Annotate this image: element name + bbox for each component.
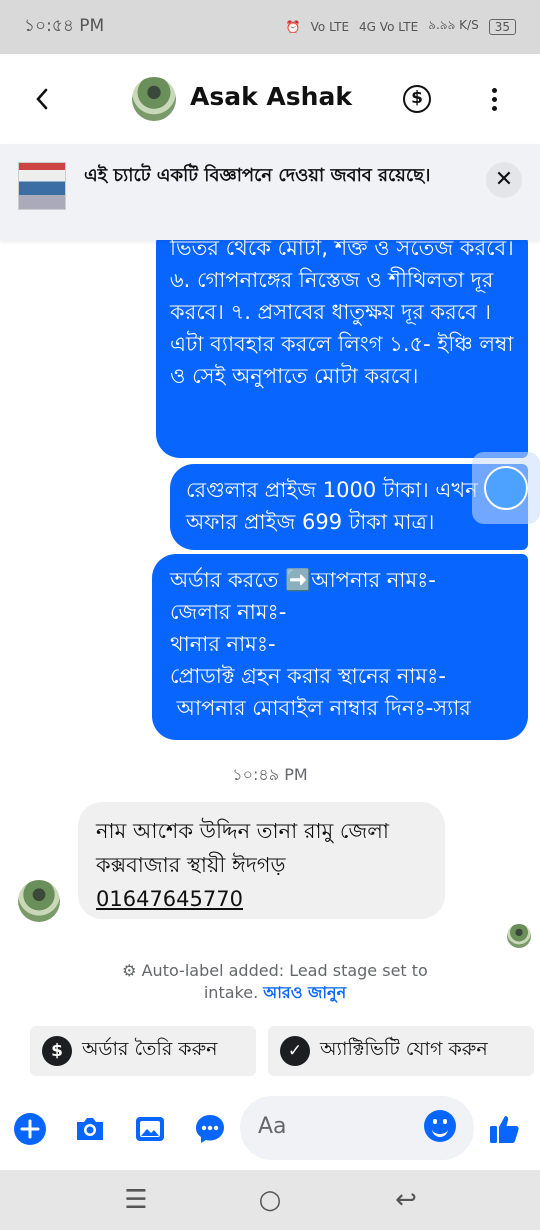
chat-header: Asak Ashak $ (0, 54, 540, 144)
tag-icon: ⚙ (122, 961, 137, 980)
message-timestamp: ১০:৪৯ PM (232, 765, 308, 784)
dollar-icon: $ (42, 1036, 72, 1066)
contact-avatar[interactable] (132, 77, 176, 121)
thumbs-up-icon[interactable] (487, 1112, 521, 1146)
message-line: অর্ডার করতে ➡️আপনার নামঃ- (170, 568, 436, 592)
message-composer: Aa (0, 1094, 540, 1170)
recent-apps-icon[interactable]: ☰ (122, 1186, 150, 1214)
learn-more-link[interactable]: আরও জানুন (263, 983, 346, 1002)
check-circle-icon: ✓ (280, 1036, 310, 1066)
vertical-dots-icon[interactable] (484, 86, 504, 114)
emoji-icon[interactable] (424, 1110, 456, 1142)
gallery-icon[interactable] (133, 1112, 167, 1146)
auto-label-notice: ⚙ Auto-label added: Lead stage set to in… (110, 960, 440, 1004)
dollar-circle-icon[interactable]: $ (403, 85, 431, 113)
alarm-icon: ⏰ (285, 20, 301, 34)
plus-circle-icon[interactable] (13, 1112, 47, 1146)
ad-thumbnail[interactable] (18, 162, 66, 210)
status-time: ১০:৫৪ PM (24, 16, 105, 36)
incoming-message[interactable]: নাম আশেক উদ্দিন তানা রামু জেলা কক্সবাজার… (78, 802, 445, 919)
message-line: প্রোডাক্ট গ্রহন করার স্থানের নামঃ- (170, 664, 446, 688)
seen-receipt-avatar (507, 924, 531, 948)
android-nav-bar: ☰ ○ ↩ (0, 1170, 540, 1230)
message-thread[interactable]: ভিতর থেকে মোটা, শক্ত ও সতেজ করবে। ৬. গোপ… (0, 240, 540, 1018)
ad-banner-text: এই চ্যাটে একটি বিজ্ঞাপনে দেওয়া জবাব রয়… (84, 165, 431, 186)
floating-chat-head[interactable] (472, 452, 540, 524)
outgoing-message[interactable]: অর্ডার করতে ➡️আপনার নামঃ- জেলার নামঃ- থা… (152, 554, 528, 740)
outgoing-message[interactable]: ভিতর থেকে মোটা, শক্ত ও সতেজ করবে। ৬. গোপ… (156, 240, 528, 458)
signal-indicator-2: 4G Vo LTE (359, 20, 419, 34)
message-input-placeholder: Aa (258, 1114, 287, 1139)
signal-indicator-1: Vo LTE (310, 20, 350, 34)
chat-head-bubble-icon[interactable] (484, 466, 528, 510)
status-bar: ১০:৫৪ PM ⏰ Vo LTE 4G Vo LTE ৯.৯৯ K/S 35 (0, 0, 540, 54)
battery-level: 35 (488, 19, 516, 35)
message-input[interactable]: Aa (240, 1096, 474, 1160)
network-speed: ৯.৯৯ K/S (428, 18, 479, 32)
phone-number-link[interactable]: 01647645770 (96, 882, 427, 916)
home-icon[interactable]: ○ (256, 1186, 284, 1214)
sender-avatar (18, 880, 60, 922)
contact-name[interactable]: Asak Ashak (190, 82, 352, 111)
message-line: জেলার নামঃ- (170, 600, 287, 624)
chevron-left-icon[interactable] (28, 82, 58, 116)
status-icons: ⏰ Vo LTE 4G Vo LTE ৯.৯৯ K/S 35 (286, 17, 516, 37)
ad-reply-banner: এই চ্যাটে একটি বিজ্ঞাপনে দেওয়া জবাব রয়… (0, 144, 540, 240)
message-line: আপনার মোবাইল নাম্বার দিনঃ-স্যার (170, 696, 471, 720)
create-order-button[interactable]: $ অর্ডার তৈরি করুন (30, 1026, 256, 1076)
camera-icon[interactable] (73, 1112, 107, 1146)
chat-bubble-icon[interactable] (193, 1112, 227, 1146)
message-line: থানার নামঃ- (170, 632, 276, 656)
incoming-message-text: নাম আশেক উদ্দিন তানা রামু জেলা কক্সবাজার… (96, 819, 389, 877)
add-activity-button[interactable]: ✓ অ্যাক্টিভিটি যোগ করুন (268, 1026, 534, 1076)
create-order-label: অর্ডার তৈরি করুন (82, 1038, 218, 1060)
close-icon[interactable]: ✕ (486, 162, 522, 198)
quick-actions: $ অর্ডার তৈরি করুন ✓ অ্যাক্টিভিটি যোগ কর… (0, 1018, 540, 1094)
add-activity-label: অ্যাক্টিভিটি যোগ করুন (320, 1038, 488, 1060)
back-icon[interactable]: ↩ (392, 1186, 420, 1214)
